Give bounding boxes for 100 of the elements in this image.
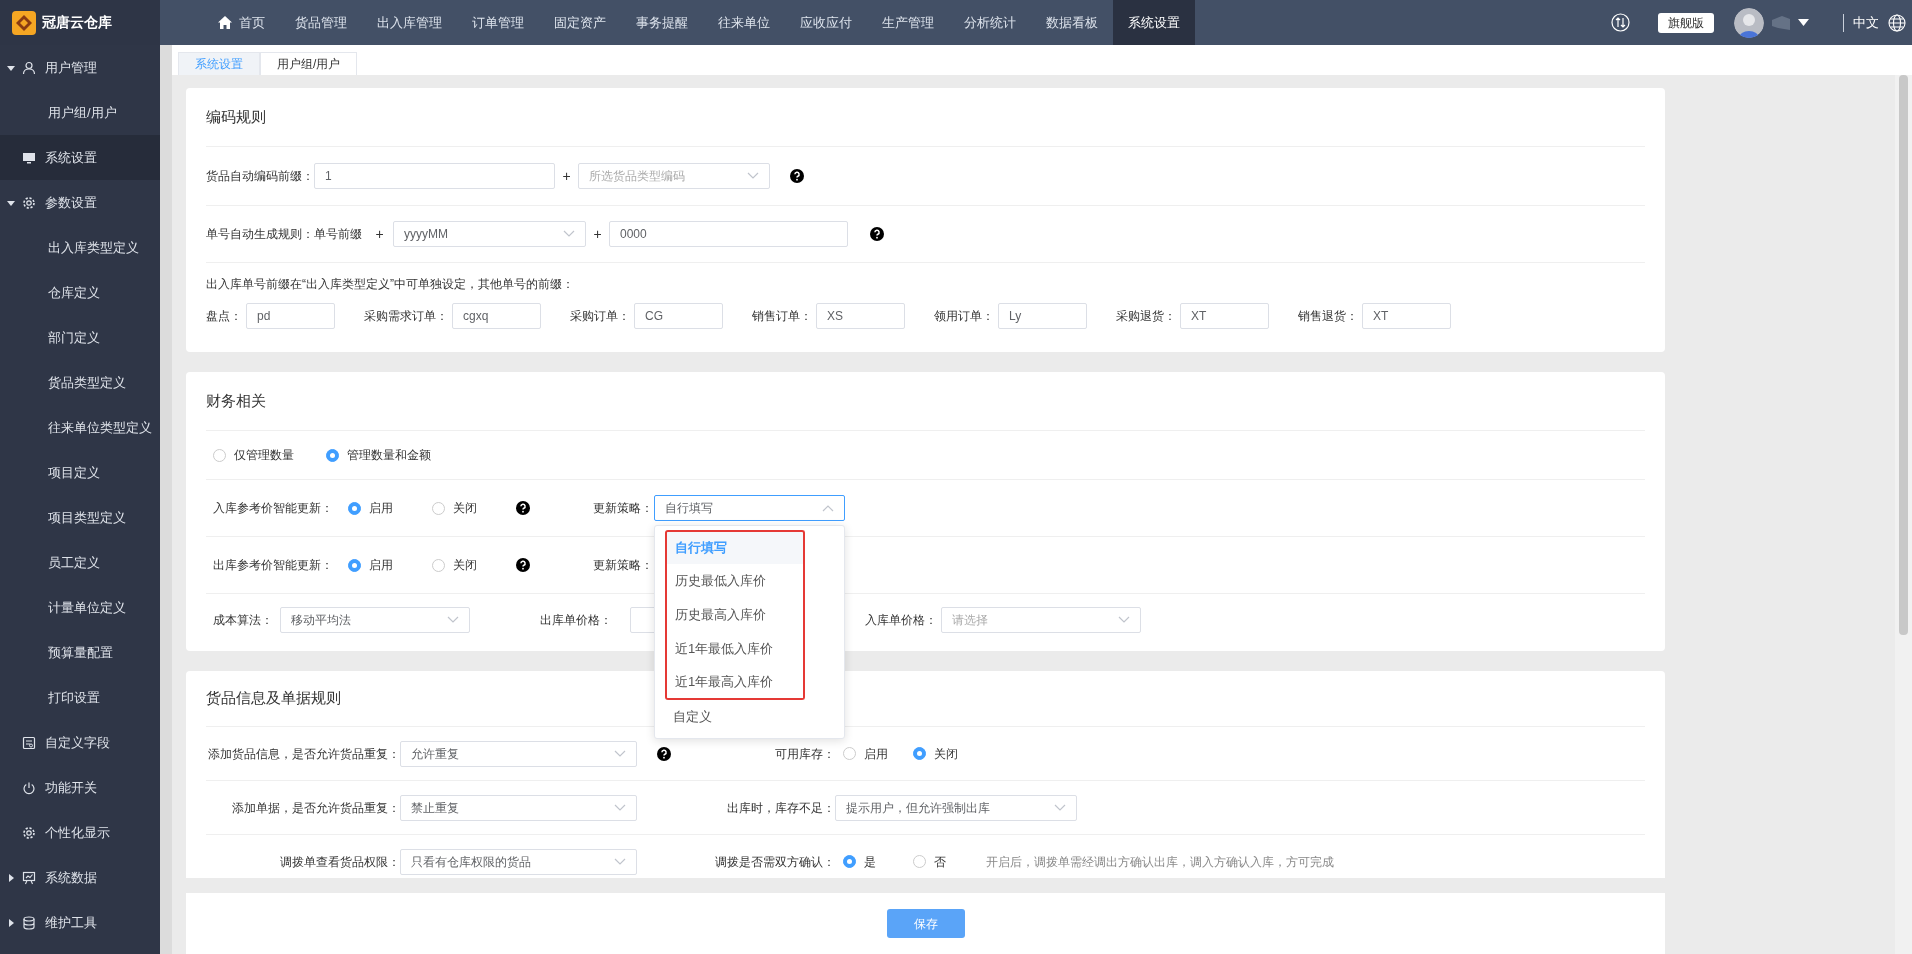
input-field[interactable]: 1 xyxy=(314,163,555,189)
nav-tab[interactable]: 系统设置 xyxy=(1113,0,1195,45)
sidebar-item[interactable]: 维护工具 xyxy=(0,900,160,945)
nav-tab[interactable]: 往来单位 xyxy=(703,0,785,45)
select-field[interactable]: yyyyMM xyxy=(393,221,586,247)
sidebar-item[interactable]: 预算量配置 xyxy=(0,630,160,675)
sidebar-item[interactable]: 仓库定义 xyxy=(0,270,160,315)
edition-badge: 旗舰版 xyxy=(1658,12,1714,33)
radio-button[interactable] xyxy=(843,855,856,868)
nav-tab[interactable]: 生产管理 xyxy=(867,0,949,45)
sidebar-item[interactable]: 计量单位定义 xyxy=(0,585,160,630)
power-icon xyxy=(22,780,36,795)
input-field[interactable]: XT xyxy=(1180,303,1269,329)
chevron-down-icon xyxy=(1054,803,1066,812)
radio-label: 否 xyxy=(934,853,946,871)
radio-button[interactable] xyxy=(348,501,361,515)
radio-button[interactable] xyxy=(913,855,926,868)
language-label[interactable]: 中文 xyxy=(1853,12,1879,33)
section-title: 货品信息及单据规则 xyxy=(206,688,341,709)
radio-label: 关闭 xyxy=(934,745,958,763)
chevron-down-icon xyxy=(563,230,575,238)
sidebar-item[interactable]: 往来单位类型定义 xyxy=(0,405,160,450)
nav-tab[interactable]: 出入库管理 xyxy=(362,0,457,45)
field-label: 盘点： xyxy=(206,308,242,325)
sidebar-item[interactable]: 出入库类型定义 xyxy=(0,225,160,270)
chevron-down-icon xyxy=(614,803,626,812)
sidebar-item[interactable]: 自定义字段 xyxy=(0,720,160,765)
field-label: 成本算法： xyxy=(213,611,274,629)
radio-button[interactable] xyxy=(326,448,339,462)
radio-button[interactable] xyxy=(213,448,226,462)
form-icon xyxy=(22,735,36,750)
sidebar-item[interactable]: 部门定义 xyxy=(0,315,160,360)
dropdown-option[interactable]: 历史最高入库价 xyxy=(665,598,805,632)
sidebar-item[interactable]: 用户管理 xyxy=(0,45,160,90)
tab[interactable]: 用户组/用户 xyxy=(260,52,358,75)
radio-button[interactable] xyxy=(348,558,361,572)
chevron-up-icon xyxy=(822,504,834,512)
sidebar-item[interactable]: 系统设置 xyxy=(0,135,160,180)
select-field[interactable]: 只看有仓库权限的货品 xyxy=(400,848,637,875)
select-field[interactable]: 移动平均法 xyxy=(280,606,470,633)
radio-label: 关闭 xyxy=(453,500,477,517)
nav-tab[interactable]: 首页 xyxy=(202,0,280,45)
scrollbar-thumb[interactable] xyxy=(1899,75,1908,635)
sidebar-item[interactable]: 项目定义 xyxy=(0,450,160,495)
radio-button[interactable] xyxy=(432,501,445,515)
board-icon xyxy=(22,870,36,885)
section-title: 财务相关 xyxy=(206,390,266,411)
field-label: 销售退货： xyxy=(1298,308,1358,325)
select-field[interactable]: 禁止重复 xyxy=(400,794,637,821)
select-field[interactable]: 允许重复 xyxy=(400,740,637,767)
globe-icon[interactable] xyxy=(1888,13,1906,32)
input-field[interactable]: CG xyxy=(634,303,723,329)
field-label: 调拨是否需双方确认： xyxy=(714,853,835,871)
field-label: 更新策略： xyxy=(593,500,654,517)
dropdown-option[interactable]: 近1年最高入库价 xyxy=(665,666,805,700)
input-field[interactable]: XS xyxy=(816,303,905,329)
field-label: 可用库存： xyxy=(774,745,835,763)
nav-tab[interactable]: 数据看板 xyxy=(1031,0,1113,45)
select-field[interactable]: 自行填写 xyxy=(654,495,845,521)
sidebar-item[interactable]: 员工定义 xyxy=(0,540,160,585)
radio-button[interactable] xyxy=(843,747,856,760)
input-field[interactable]: pd xyxy=(246,303,335,329)
chevron-down-icon xyxy=(747,172,759,180)
sidebar-item[interactable]: 系统数据 xyxy=(0,855,160,900)
radio-button[interactable] xyxy=(432,558,445,572)
sidebar-item[interactable]: 项目类型定义 xyxy=(0,495,160,540)
monitor-icon xyxy=(22,150,36,165)
nav-tab[interactable]: 事务提醒 xyxy=(621,0,703,45)
input-field[interactable]: XT xyxy=(1362,303,1451,329)
sidebar-item[interactable]: 货品类型定义 xyxy=(0,360,160,405)
radio-label: 管理数量和金额 xyxy=(347,447,431,464)
input-field[interactable]: cgxq xyxy=(452,303,541,329)
avatar[interactable] xyxy=(1734,7,1764,38)
radio-label: 是 xyxy=(864,853,876,871)
caret-icon[interactable] xyxy=(1798,19,1809,26)
nav-tab[interactable]: 应收应付 xyxy=(785,0,867,45)
dropdown-option[interactable]: 近1年最低入库价 xyxy=(665,632,805,666)
chevron-down-icon xyxy=(614,857,626,866)
input-field[interactable]: 0000 xyxy=(609,221,848,247)
gear-icon xyxy=(22,825,36,840)
radio-button[interactable] xyxy=(913,747,926,760)
field-label: 出库时，库存不足： xyxy=(726,799,835,817)
sidebar-item[interactable]: 用户组/用户 xyxy=(0,90,160,135)
field-label: 出库参考价智能更新： xyxy=(213,557,334,574)
select-field[interactable]: 提示用户，但允许强制出库 xyxy=(835,794,1077,821)
scrollbar[interactable] xyxy=(160,45,172,954)
nav-tab[interactable]: 分析统计 xyxy=(949,0,1031,45)
dropdown-option[interactable]: 历史最低入库价 xyxy=(665,564,805,598)
nav-tab[interactable]: 固定资产 xyxy=(539,0,621,45)
sidebar-item[interactable]: 打印设置 xyxy=(0,675,160,720)
scrollbar[interactable] xyxy=(1895,75,1912,954)
sidebar-item[interactable]: 功能开关 xyxy=(0,765,160,810)
field-label: 单号自动生成规则：单号前缀 xyxy=(206,226,363,243)
radio-label: 关闭 xyxy=(453,557,477,574)
input-field[interactable]: Ly xyxy=(998,303,1087,329)
transfer-icon[interactable] xyxy=(1611,13,1630,32)
nav-tab[interactable]: 订单管理 xyxy=(457,0,539,45)
nav-tab[interactable]: 货品管理 xyxy=(280,0,362,45)
sidebar-item[interactable]: 个性化显示 xyxy=(0,810,160,855)
sidebar-item[interactable]: 参数设置 xyxy=(0,180,160,225)
